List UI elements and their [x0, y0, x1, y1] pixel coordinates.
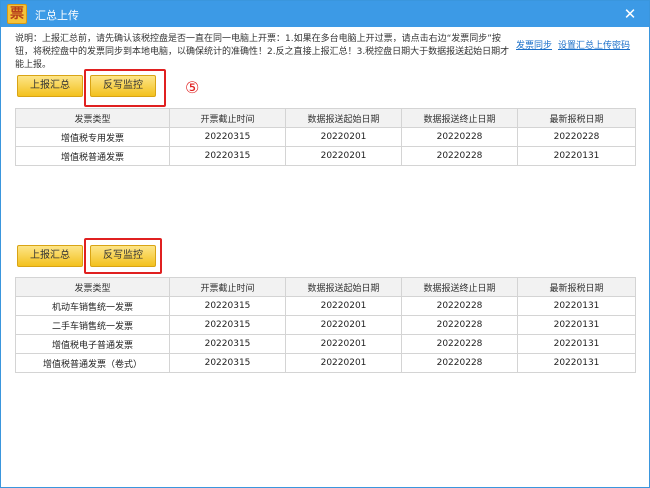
cell-invoice-type: 增值税普通发票 [15, 146, 170, 166]
cell-report-end-date: 20220228 [401, 146, 518, 166]
cell-issue-deadline: 20220315 [169, 353, 286, 373]
cell-issue-deadline: 20220315 [169, 146, 286, 166]
cell-latest-tax-date: 20220228 [517, 127, 636, 147]
table-row[interactable]: 增值税电子普通发票 20220315 20220201 20220228 202… [15, 334, 636, 354]
header-issue-deadline: 开票截止时间 [169, 108, 286, 128]
header-report-start-date: 数据报送起始日期 [285, 277, 402, 297]
header-latest-tax-date: 最新报税日期 [517, 108, 636, 128]
header-report-start-date: 数据报送起始日期 [285, 108, 402, 128]
cell-report-start-date: 20220201 [285, 127, 402, 147]
table-row[interactable]: 增值税普通发票 20220315 20220201 20220228 20220… [15, 146, 636, 166]
cell-issue-deadline: 20220315 [169, 296, 286, 316]
table-header-row: 发票类型 开票截止时间 数据报送起始日期 数据报送终止日期 最新报税日期 [15, 277, 636, 297]
cell-report-end-date: 20220228 [401, 296, 518, 316]
table-row[interactable]: 增值税普通发票（卷式） 20220315 20220201 20220228 2… [15, 353, 636, 373]
cell-latest-tax-date: 20220131 [517, 353, 636, 373]
reverse-write-monitor-button[interactable]: 反写监控 [90, 245, 156, 267]
cell-report-end-date: 20220228 [401, 315, 518, 335]
cell-invoice-type: 增值税专用发票 [15, 127, 170, 147]
cell-report-start-date: 20220201 [285, 353, 402, 373]
cell-invoice-type: 增值税普通发票（卷式） [15, 353, 170, 373]
invoice-app-icon: 票 [7, 4, 27, 24]
report-summary-button[interactable]: 上报汇总 [17, 245, 83, 267]
header-report-end-date: 数据报送终止日期 [401, 108, 518, 128]
set-upload-password-link[interactable]: 设置汇总上传密码 [558, 41, 630, 51]
header-issue-deadline: 开票截止时间 [169, 277, 286, 297]
cell-issue-deadline: 20220315 [169, 334, 286, 354]
invoice-sync-link[interactable]: 发票同步 [516, 41, 552, 51]
header-invoice-type: 发票类型 [15, 277, 170, 297]
report-summary-button[interactable]: 上报汇总 [17, 75, 83, 97]
cell-report-start-date: 20220201 [285, 315, 402, 335]
cell-report-end-date: 20220228 [401, 353, 518, 373]
window-title: 汇总上传 [35, 9, 79, 22]
cell-report-end-date: 20220228 [401, 127, 518, 147]
cell-issue-deadline: 20220315 [169, 315, 286, 335]
invoice-table-1: 发票类型 开票截止时间 数据报送起始日期 数据报送终止日期 最新报税日期 增值税… [15, 108, 636, 166]
cell-invoice-type: 增值税电子普通发票 [15, 334, 170, 354]
table-row[interactable]: 机动车销售统一发票 20220315 20220201 20220228 202… [15, 296, 636, 316]
cell-report-end-date: 20220228 [401, 334, 518, 354]
cell-report-start-date: 20220201 [285, 334, 402, 354]
instructions-text: 说明：上报汇总前，请先确认该税控盘是否一直在同一电脑上开票：1.如果在多台电脑上… [15, 34, 510, 70]
cell-latest-tax-date: 20220131 [517, 334, 636, 354]
header-invoice-type: 发票类型 [15, 108, 170, 128]
header-latest-tax-date: 最新报税日期 [517, 277, 636, 297]
table-row[interactable]: 增值税专用发票 20220315 20220201 20220228 20220… [15, 127, 636, 147]
invoice-table-2: 发票类型 开票截止时间 数据报送起始日期 数据报送终止日期 最新报税日期 机动车… [15, 277, 636, 373]
close-button[interactable]: ✕ [621, 5, 639, 23]
table-row[interactable]: 二手车销售统一发票 20220315 20220201 20220228 202… [15, 315, 636, 335]
cell-latest-tax-date: 20220131 [517, 315, 636, 335]
cell-latest-tax-date: 20220131 [517, 146, 636, 166]
reverse-write-monitor-button[interactable]: 反写监控 [90, 75, 156, 97]
summary-upload-window: 票 汇总上传 ✕ 说明：上报汇总前，请先确认该税控盘是否一直在同一电脑上开票：1… [0, 0, 650, 488]
step-marker: ⑤ [185, 78, 200, 97]
cell-issue-deadline: 20220315 [169, 127, 286, 147]
title-bar: 票 汇总上传 ✕ [1, 1, 649, 27]
cell-invoice-type: 二手车销售统一发票 [15, 315, 170, 335]
table-header-row: 发票类型 开票截止时间 数据报送起始日期 数据报送终止日期 最新报税日期 [15, 108, 636, 128]
header-report-end-date: 数据报送终止日期 [401, 277, 518, 297]
cell-invoice-type: 机动车销售统一发票 [15, 296, 170, 316]
top-links: 发票同步 设置汇总上传密码 [516, 38, 630, 51]
cell-report-start-date: 20220201 [285, 146, 402, 166]
cell-report-start-date: 20220201 [285, 296, 402, 316]
cell-latest-tax-date: 20220131 [517, 296, 636, 316]
